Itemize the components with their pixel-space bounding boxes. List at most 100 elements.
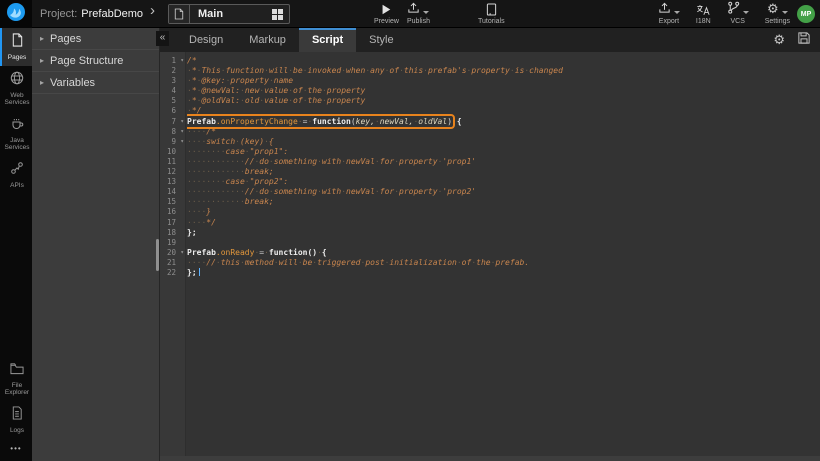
code-lines[interactable]: /*·*·This·function·will·be·invoked·when·… — [187, 52, 820, 461]
collapsed-arrow-icon: ▸ — [40, 78, 44, 87]
gutter-line[interactable]: 3 — [160, 76, 185, 86]
tutorials-button[interactable]: Tutorials — [478, 3, 505, 25]
code-line[interactable]: ·*·@key:·property·name — [187, 76, 820, 86]
gutter-line[interactable]: 4 — [160, 86, 185, 96]
code-line[interactable]: ·*/ — [187, 106, 820, 116]
code-line[interactable]: }; — [187, 268, 820, 278]
rail-item-web-services[interactable]: Web Services — [0, 66, 32, 111]
gutter-line[interactable]: 17 — [160, 218, 185, 228]
i18n-button[interactable]: I18N — [696, 3, 711, 25]
gutter-line[interactable]: 19 — [160, 238, 185, 248]
pages-panel: ▸ Pages ▸ Page Structure ▸ Variables — [32, 28, 160, 461]
tab-markup[interactable]: Markup — [236, 28, 299, 52]
gutter-line[interactable]: 22 — [160, 268, 185, 278]
rail-item-apis[interactable]: APIs — [0, 156, 32, 194]
gutter-line[interactable]: 20▾ — [160, 248, 185, 258]
gutter-line[interactable]: 11 — [160, 157, 185, 167]
gutter-line[interactable]: 1▾ — [160, 56, 185, 66]
gutter-line[interactable]: 18 — [160, 228, 185, 238]
panel-resize-handle[interactable] — [156, 239, 159, 271]
code-line[interactable]: ········case·"prop1": — [187, 147, 820, 157]
code-line[interactable]: ····*/ — [187, 218, 820, 228]
gutter-line[interactable]: 6 — [160, 106, 185, 116]
code-line[interactable]: }; — [187, 228, 820, 238]
code-editor[interactable]: 1▾234567▾8▾9▾1011121314151617181920▾2122… — [160, 52, 820, 461]
project-label: Project: — [40, 8, 77, 20]
upload-icon — [407, 1, 420, 19]
gutter-line[interactable]: 10 — [160, 147, 185, 157]
code-line[interactable]: ·*·This·function·will·be·invoked·when·an… — [187, 66, 820, 76]
rail-item-file-explorer[interactable]: File Explorer — [0, 357, 32, 401]
fold-marker-icon[interactable]: ▾ — [180, 127, 184, 137]
page-selector[interactable]: Main — [168, 4, 290, 24]
gutter-line[interactable]: 16 — [160, 207, 185, 217]
gutter-line[interactable]: 21 — [160, 258, 185, 268]
code-line[interactable]: ············//·do·something·with·newVal·… — [187, 157, 820, 167]
fold-marker-icon[interactable]: ▾ — [180, 56, 184, 66]
gutter-line[interactable]: 15 — [160, 197, 185, 207]
branch-icon — [727, 1, 740, 19]
gutter-line[interactable]: 9▾ — [160, 137, 185, 147]
publish-button[interactable]: Publish — [407, 3, 430, 25]
fold-marker-icon[interactable]: ▾ — [180, 248, 184, 258]
panel-section-variables[interactable]: ▸ Variables — [32, 72, 159, 94]
code-line[interactable]: ····/* — [187, 127, 820, 137]
collapsed-arrow-icon: ▸ — [40, 34, 44, 43]
globe-icon — [10, 71, 24, 90]
code-line[interactable]: ····} — [187, 207, 820, 217]
code-line[interactable]: ·*·@newVal:·new·value·of·the·property — [187, 86, 820, 96]
panel-section-pages[interactable]: ▸ Pages — [32, 28, 159, 50]
code-line[interactable]: ····switch·(key)·{ — [187, 137, 820, 147]
gutter-line[interactable]: 12 — [160, 167, 185, 177]
gutter-line[interactable]: 14 — [160, 187, 185, 197]
save-icon[interactable] — [798, 31, 810, 49]
rail-overflow-button[interactable]: ••• — [0, 438, 32, 461]
code-line[interactable]: ············break; — [187, 197, 820, 207]
fold-marker-icon[interactable]: ▾ — [180, 117, 184, 127]
horizontal-scrollbar[interactable] — [160, 456, 820, 461]
wavemaker-logo-icon — [6, 2, 26, 27]
user-avatar[interactable]: MP — [797, 5, 815, 23]
gutter-line[interactable]: 13 — [160, 177, 185, 187]
gutter-line[interactable]: 2 — [160, 66, 185, 76]
caret-down-icon — [782, 11, 788, 14]
rail-item-logs[interactable]: Logs — [0, 401, 32, 439]
caret-down-icon — [674, 11, 680, 14]
code-line[interactable]: Prefab.onReady·=·function()·{ — [187, 248, 820, 258]
code-line[interactable]: ············break; — [187, 167, 820, 177]
folder-icon — [10, 362, 24, 380]
gutter: 1▾234567▾8▾9▾1011121314151617181920▾2122 — [160, 52, 186, 461]
rail-item-java-services[interactable]: Java Services — [0, 111, 32, 156]
gutter-line[interactable]: 7▾ — [160, 117, 185, 127]
tab-design[interactable]: Design — [176, 28, 236, 52]
panel-collapse-button[interactable]: « — [156, 31, 169, 46]
gutter-line[interactable]: 8▾ — [160, 127, 185, 137]
code-line[interactable]: ········case·"prop2": — [187, 177, 820, 187]
vcs-button[interactable]: VCS — [727, 3, 749, 25]
code-line[interactable]: Prefab.onPropertyChange·=·function(key,·… — [187, 117, 820, 127]
export-button[interactable]: Export — [658, 3, 680, 25]
code-line[interactable]: ·*·@oldVal:·old·value·of·the·property — [187, 96, 820, 106]
code-line[interactable]: ····//·this·method·will·be·triggered·pos… — [187, 258, 820, 268]
preview-button[interactable]: Preview — [374, 3, 399, 25]
editor-tabbar: Design Markup Script Style ⚙ — [160, 28, 820, 52]
code-line[interactable]: ············//·do·something·with·newVal·… — [187, 187, 820, 197]
topbar: Project: PrefabDemo › Main Preview — [0, 0, 820, 28]
panel-section-page-structure[interactable]: ▸ Page Structure — [32, 50, 159, 72]
code-line[interactable]: /* — [187, 56, 820, 66]
settings-button[interactable]: ⚙ Settings — [765, 3, 790, 25]
page-selector-value: Main — [190, 8, 272, 20]
translate-icon — [696, 3, 710, 16]
fold-marker-icon[interactable]: ▾ — [180, 137, 184, 147]
code-line[interactable] — [187, 238, 820, 248]
rail-item-pages[interactable]: Pages — [0, 28, 32, 66]
gutter-line[interactable]: 5 — [160, 96, 185, 106]
tab-script[interactable]: Script — [299, 28, 356, 52]
tab-style[interactable]: Style — [356, 28, 406, 52]
breadcrumb-chevron-icon: › — [150, 2, 155, 19]
app-logo[interactable] — [0, 0, 32, 28]
script-settings-gear-icon[interactable]: ⚙ — [773, 34, 785, 47]
topbar-right-actions: Export I18N — [658, 3, 790, 25]
page-grid-icon[interactable] — [272, 9, 283, 20]
left-rail: Pages Web Services Java Services — [0, 28, 32, 461]
